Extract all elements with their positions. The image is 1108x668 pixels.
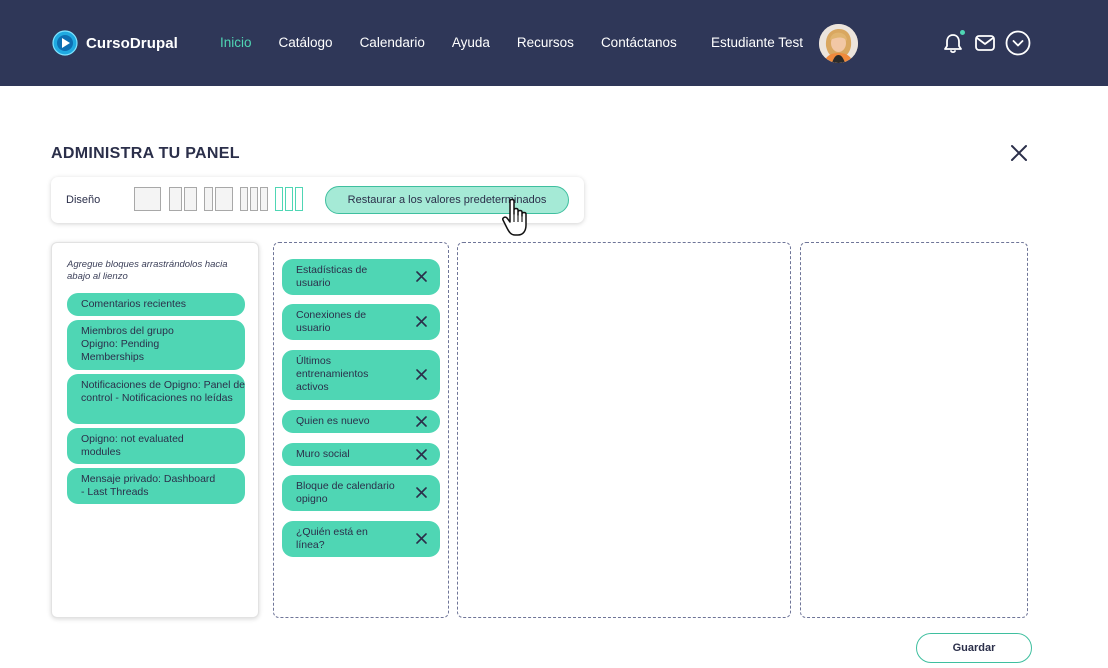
block-label: Estadísticas de usuario (296, 264, 368, 289)
drag-hint-text: Agregue bloques arrastrándolos hacia aba… (67, 259, 228, 282)
block-chip-placed[interactable]: Conexiones de usuario (282, 304, 440, 340)
notification-dot (960, 30, 965, 35)
layout-option-3-columns[interactable] (240, 187, 268, 211)
page-title: ADMINISTRA TU PANEL (51, 145, 240, 162)
block-chip-placed[interactable]: Últimos entrenamientos activos (282, 350, 440, 400)
remove-block-icon[interactable] (416, 416, 427, 427)
mail-icon[interactable] (972, 30, 998, 56)
nav-item-contactanos[interactable]: Contáctanos (601, 35, 677, 50)
remove-block-icon[interactable] (416, 316, 427, 327)
close-icon[interactable] (1010, 144, 1028, 162)
layout-label: Diseño (66, 194, 101, 206)
remove-block-icon[interactable] (416, 449, 427, 460)
nav-item-ayuda[interactable]: Ayuda (452, 35, 490, 50)
nav-item-catalogo[interactable]: Catálogo (279, 35, 333, 50)
user-name-link[interactable]: Estudiante Test (711, 35, 803, 50)
block-label: Últimos entrenamientos activos (296, 355, 369, 393)
layout-option-2-columns-wide[interactable] (204, 187, 233, 211)
block-chip-available[interactable]: Mensaje privado: Dashboard - Last Thread… (67, 468, 245, 504)
block-label: Muro social (296, 448, 350, 460)
block-chip-available[interactable]: Notificaciones de Opigno: Panel de contr… (67, 374, 245, 424)
top-navigation-bar: CursoDrupal Inicio Catálogo Calendario A… (0, 0, 1108, 86)
layout-option-1-column[interactable] (134, 187, 161, 211)
layout-option-3-columns-selected[interactable] (275, 187, 303, 211)
block-chip-placed[interactable]: Quien es nuevo (282, 410, 440, 433)
restore-defaults-button[interactable]: Restaurar a los valores predeterminados (325, 186, 569, 214)
avatar-image (819, 24, 858, 63)
block-label: Quien es nuevo (296, 415, 370, 427)
nav-item-inicio[interactable]: Inicio (220, 35, 252, 50)
dashboard-column-1[interactable]: Estadísticas de usuario Conexiones de us… (273, 242, 449, 618)
block-chip-placed[interactable]: Bloque de calendario opigno (282, 475, 440, 511)
remove-block-icon[interactable] (416, 369, 427, 380)
dashboard-column-2[interactable] (457, 242, 791, 618)
avatar[interactable] (819, 24, 858, 63)
brand-logo[interactable]: CursoDrupal (52, 30, 178, 56)
main-nav: Inicio Catálogo Calendario Ayuda Recurso… (220, 35, 704, 50)
block-chip-available[interactable]: Comentarios recientes (67, 293, 245, 316)
block-label: Mensaje privado: Dashboard - Last Thread… (81, 473, 216, 498)
save-button[interactable]: Guardar (916, 633, 1032, 663)
block-label: Miembros del grupo Opigno: Pending Membe… (81, 325, 174, 363)
brand-name: CursoDrupal (86, 34, 178, 52)
block-label: Notificaciones de Opigno: Panel de contr… (81, 379, 246, 404)
block-label: Comentarios recientes (81, 298, 187, 310)
block-label: ¿Quién está en línea? (296, 526, 368, 551)
chevron-down-icon[interactable] (1005, 30, 1031, 56)
block-chip-available[interactable]: Opigno: not evaluated modules (67, 428, 245, 464)
block-label: Conexiones de usuario (296, 309, 367, 334)
available-blocks-column: Agregue bloques arrastrándolos hacia aba… (51, 242, 259, 618)
block-chip-placed[interactable]: ¿Quién está en línea? (282, 521, 440, 557)
block-chip-available[interactable]: Miembros del grupo Opigno: Pending Membe… (67, 320, 245, 370)
layout-selector: Diseño Restaurar a los valores predeterm… (51, 177, 584, 223)
nav-item-calendario[interactable]: Calendario (360, 35, 425, 50)
block-chip-placed[interactable]: Estadísticas de usuario (282, 259, 440, 295)
nav-item-recursos[interactable]: Recursos (517, 35, 574, 50)
dashboard-column-3[interactable] (800, 242, 1028, 618)
remove-block-icon[interactable] (416, 533, 427, 544)
layout-option-2-columns[interactable] (169, 187, 197, 211)
block-chip-placed[interactable]: Muro social (282, 443, 440, 466)
remove-block-icon[interactable] (416, 487, 427, 498)
remove-block-icon[interactable] (416, 271, 427, 282)
block-label: Opigno: not evaluated modules (81, 433, 184, 458)
block-label: Bloque de calendario opigno (296, 480, 395, 505)
brand-logo-icon (52, 30, 78, 56)
